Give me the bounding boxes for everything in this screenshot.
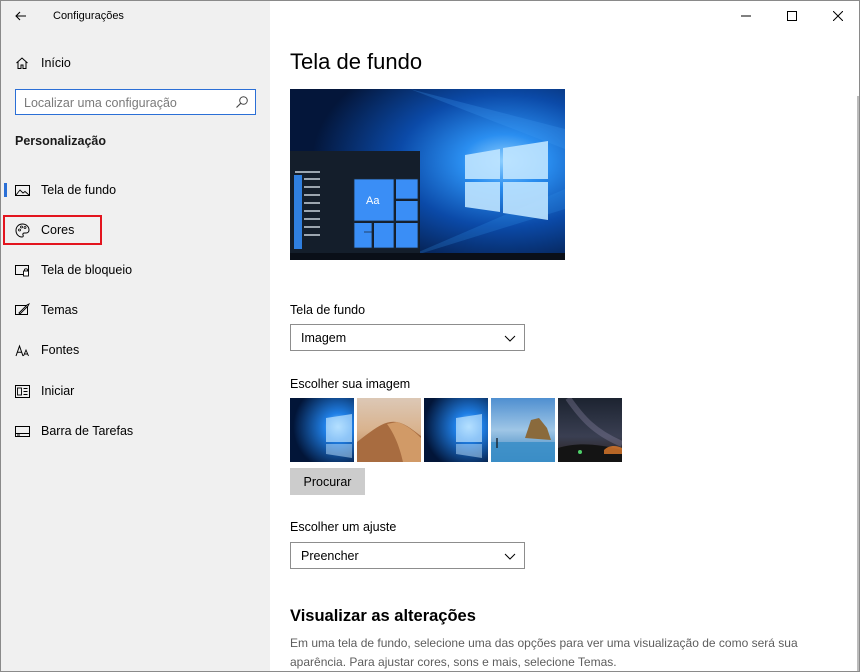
thumbnail-windows-blue-2[interactable]	[424, 398, 488, 462]
search-icon[interactable]	[235, 95, 249, 109]
themes-icon	[14, 302, 30, 318]
sidebar-item-fonts[interactable]: Fontes	[1, 335, 270, 365]
app-title: Configurações	[53, 10, 124, 22]
sidebar-item-label: Tela de fundo	[41, 183, 117, 197]
choose-image-label: Escolher sua imagem	[290, 377, 411, 391]
back-arrow-icon	[15, 11, 26, 21]
minimize-button[interactable]	[723, 1, 769, 31]
search-box[interactable]	[15, 89, 256, 115]
sidebar: Configurações Início Personalização Tela…	[1, 1, 270, 671]
background-dropdown[interactable]: Imagem	[290, 324, 525, 351]
nav-home-label: Início	[41, 56, 71, 70]
main-content: Tela de fundo Aa Tela de fundo Imagem Es…	[270, 1, 859, 671]
chevron-down-icon	[504, 553, 516, 560]
settings-window: Configurações Início Personalização Tela…	[0, 0, 860, 672]
sidebar-item-label: Iniciar	[41, 384, 75, 398]
desktop-preview: Aa	[290, 89, 565, 260]
maximize-button[interactable]	[769, 1, 815, 31]
active-indicator	[4, 183, 7, 197]
taskbar-icon	[14, 423, 30, 439]
sidebar-item-background[interactable]: Tela de fundo	[1, 175, 270, 205]
image-icon	[14, 182, 30, 198]
chevron-down-icon	[504, 335, 516, 342]
fonts-icon	[14, 342, 30, 358]
image-thumbnails	[290, 398, 622, 462]
thumbnail-beach-rocks[interactable]	[491, 398, 555, 462]
section-title: Personalização	[15, 134, 107, 148]
preview-changes-title: Visualizar as alterações	[290, 607, 476, 625]
lock-screen-icon	[14, 262, 30, 278]
sidebar-item-start[interactable]: Iniciar	[1, 376, 270, 406]
sidebar-item-label: Barra de Tarefas	[41, 424, 134, 438]
minimize-icon	[741, 15, 751, 17]
search-input[interactable]	[24, 94, 224, 111]
sidebar-item-label: Temas	[41, 303, 78, 317]
sidebar-item-label: Fontes	[41, 343, 80, 357]
thumbnail-windows-blue[interactable]	[290, 398, 354, 462]
window-controls	[723, 1, 859, 31]
maximize-icon	[787, 11, 797, 21]
background-dropdown-value: Imagem	[301, 330, 347, 345]
browse-button[interactable]: Procurar	[290, 468, 365, 495]
sidebar-item-taskbar[interactable]: Barra de Tarefas	[1, 416, 270, 446]
background-label: Tela de fundo	[290, 303, 366, 317]
fit-label: Escolher um ajuste	[290, 520, 397, 534]
thumbnail-desert-dunes[interactable]	[357, 398, 421, 462]
page-title: Tela de fundo	[290, 49, 423, 74]
highlight-annotation	[3, 215, 102, 245]
sidebar-item-lock-screen[interactable]: Tela de bloqueio	[1, 255, 270, 285]
fit-dropdown-value: Preencher	[301, 548, 359, 563]
sidebar-item-themes[interactable]: Temas	[1, 295, 270, 325]
close-icon	[833, 11, 843, 21]
nav-home[interactable]: Início	[1, 50, 270, 76]
back-button[interactable]	[9, 5, 33, 27]
thumbnail-night-sky[interactable]	[558, 398, 622, 462]
home-icon	[14, 55, 30, 71]
preview-changes-description: Em uma tela de fundo, selecione uma das …	[290, 636, 798, 669]
title-bar: Configurações	[1, 1, 270, 31]
sidebar-item-label: Tela de bloqueio	[41, 263, 133, 277]
close-button[interactable]	[815, 1, 859, 31]
scrollbar[interactable]	[857, 96, 859, 671]
fit-dropdown[interactable]: Preencher	[290, 542, 525, 569]
start-icon	[14, 383, 30, 399]
preview-tile-text: Aa	[366, 195, 380, 207]
